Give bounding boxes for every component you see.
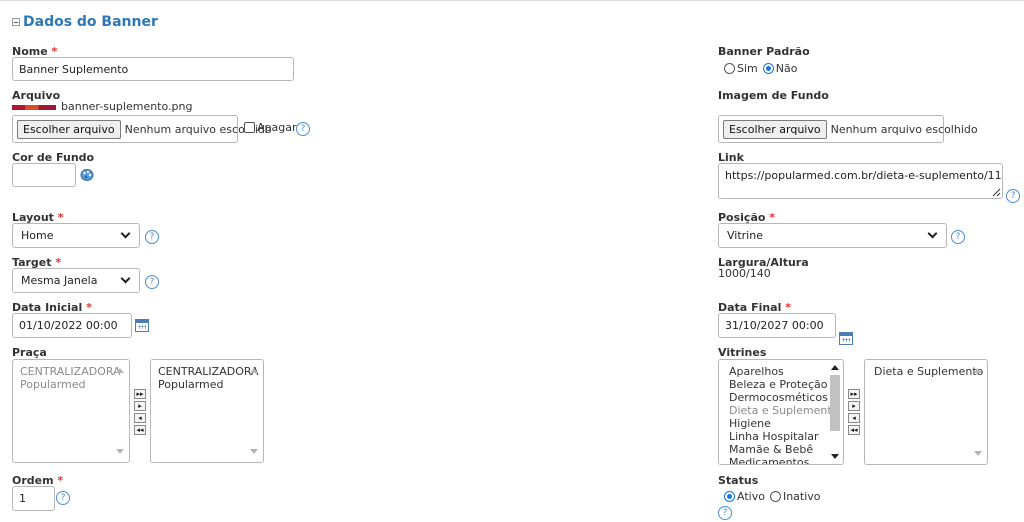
chevron-down-icon (120, 273, 131, 284)
list-item[interactable]: Beleza e Proteção (729, 378, 838, 391)
section-title: Dados do Banner (23, 14, 158, 30)
move-all-right-button[interactable]: ▸▸ (848, 389, 860, 399)
banner-padrao-radio-group: Sim Não (724, 62, 797, 75)
vitrines-available-list[interactable]: Aparelhos Beleza e Proteção Dermocosméti… (718, 359, 844, 465)
scroll-up-icon[interactable] (250, 368, 258, 373)
banner-thumbnail (12, 105, 56, 110)
move-right-button[interactable]: ▸ (134, 401, 146, 411)
imagem-fundo-choose-button[interactable]: Escolher arquivo (723, 119, 827, 139)
list-item[interactable]: CENTRALIZADORA (20, 365, 121, 378)
nome-input[interactable]: Banner Suplemento (12, 57, 294, 81)
scroll-up-icon[interactable] (831, 365, 839, 370)
minus-box-icon[interactable] (12, 18, 20, 26)
praca-selected-list[interactable]: CENTRALIZADORA Popularmed (150, 359, 264, 463)
chevron-down-icon (927, 228, 938, 239)
list-item[interactable]: Higiene (729, 417, 838, 430)
cor-fundo-input[interactable] (12, 163, 76, 187)
posicao-value: Vitrine (727, 229, 763, 242)
status-inativo-label: Inativo (782, 490, 821, 503)
imagem-fundo-file-input[interactable]: Escolher arquivo Nenhum arquivo escolhid… (718, 115, 978, 143)
ordem-input[interactable]: 1 (12, 486, 55, 511)
calendar-icon[interactable] (135, 319, 149, 332)
list-item[interactable]: Dieta e Suplemento (729, 404, 838, 417)
move-all-right-button[interactable]: ▸▸ (134, 389, 146, 399)
help-icon[interactable]: ? (145, 275, 159, 289)
form-frame: Dados do Banner Nome * Banner Suplemento… (0, 0, 1024, 522)
scroll-down-icon[interactable] (250, 449, 258, 454)
status-inativo-radio[interactable] (769, 491, 781, 502)
apagar-label: Apagar (257, 121, 297, 134)
target-select[interactable]: Mesma Janela (12, 268, 140, 293)
link-textarea[interactable]: https://popularmed.com.br/dieta-e-suplem… (718, 163, 1003, 199)
move-left-button[interactable]: ◂ (848, 413, 860, 423)
list-item[interactable]: Medicamentos (729, 456, 838, 464)
calendar-icon[interactable] (839, 332, 853, 345)
arquivo-choose-button[interactable]: Escolher arquivo (17, 119, 121, 139)
status-ativo-radio[interactable] (724, 491, 735, 502)
arquivo-label: Arquivo (12, 89, 61, 102)
scroll-down-icon[interactable] (831, 454, 839, 459)
banner-padrao-nao-radio[interactable] (762, 63, 774, 74)
help-icon[interactable]: ? (145, 230, 159, 244)
move-right-button[interactable]: ▸ (848, 401, 860, 411)
scroll-down-icon[interactable] (974, 451, 982, 456)
list-item[interactable]: Dermocosméticos (729, 391, 838, 404)
praca-label: Praça (12, 346, 47, 359)
link-value: https://popularmed.com.br/dieta-e-suplem… (725, 169, 1003, 182)
data-final-input[interactable]: 31/10/2027 00:00 (718, 313, 836, 338)
status-radio-group: Ativo Inativo (724, 490, 821, 503)
largura-altura-value: 1000/140 (718, 267, 771, 280)
apagar-checkbox[interactable] (244, 122, 255, 133)
status-label: Status (718, 474, 759, 487)
list-item[interactable]: Mamãe & Bebê (729, 443, 838, 456)
praca-available-list[interactable]: CENTRALIZADORA Popularmed (12, 359, 130, 463)
scroll-down-icon[interactable] (116, 449, 124, 454)
target-value: Mesma Janela (21, 274, 98, 287)
posicao-select[interactable]: Vitrine (718, 223, 947, 248)
help-icon[interactable]: ? (1006, 189, 1020, 203)
chevron-down-icon (120, 228, 131, 239)
banner-padrao-sim-label: Sim (737, 62, 758, 75)
list-item[interactable]: Popularmed (20, 378, 121, 391)
data-inicial-input[interactable]: 01/10/2022 00:00 (12, 313, 132, 338)
resize-handle-icon[interactable] (992, 188, 1001, 197)
layout-value: Home (21, 229, 54, 242)
list-item[interactable]: Aparelhos (729, 365, 838, 378)
help-icon[interactable]: ? (56, 491, 70, 505)
arquivo-filename: banner-suplemento.png (61, 100, 193, 113)
arquivo-file-input[interactable]: Escolher arquivo Nenhum arquivo escolhid… (12, 115, 272, 143)
move-left-button[interactable]: ◂ (134, 413, 146, 423)
imagem-fundo-status: Nenhum arquivo escolhido (830, 122, 978, 136)
scrollbar-thumb[interactable] (830, 375, 840, 431)
banner-padrao-label: Banner Padrão (718, 45, 810, 58)
scroll-up-icon[interactable] (116, 368, 124, 373)
color-palette-icon[interactable] (80, 168, 94, 182)
scroll-up-icon[interactable] (974, 368, 982, 373)
banner-padrao-nao-label: Não (775, 62, 798, 75)
banner-padrao-sim-radio[interactable] (724, 63, 735, 74)
section-header[interactable]: Dados do Banner (12, 14, 158, 30)
status-ativo-label: Ativo (737, 490, 765, 503)
list-item[interactable]: Popularmed (158, 378, 259, 391)
imagem-fundo-label: Imagem de Fundo (718, 89, 829, 102)
apagar-checkbox-group[interactable]: Apagar (244, 121, 297, 134)
help-icon[interactable]: ? (718, 506, 732, 520)
help-icon[interactable]: ? (951, 230, 965, 244)
list-item[interactable]: CENTRALIZADORA (158, 365, 259, 378)
vitrines-selected-list[interactable]: Dieta e Suplemento (864, 359, 988, 465)
vitrines-label: Vitrines (718, 346, 767, 359)
layout-select[interactable]: Home (12, 223, 140, 248)
list-item[interactable]: Dieta e Suplemento (874, 365, 983, 378)
help-icon[interactable]: ? (296, 122, 310, 136)
move-all-left-button[interactable]: ◂◂ (848, 425, 860, 435)
list-item[interactable]: Linha Hospitalar (729, 430, 838, 443)
move-all-left-button[interactable]: ◂◂ (134, 425, 146, 435)
